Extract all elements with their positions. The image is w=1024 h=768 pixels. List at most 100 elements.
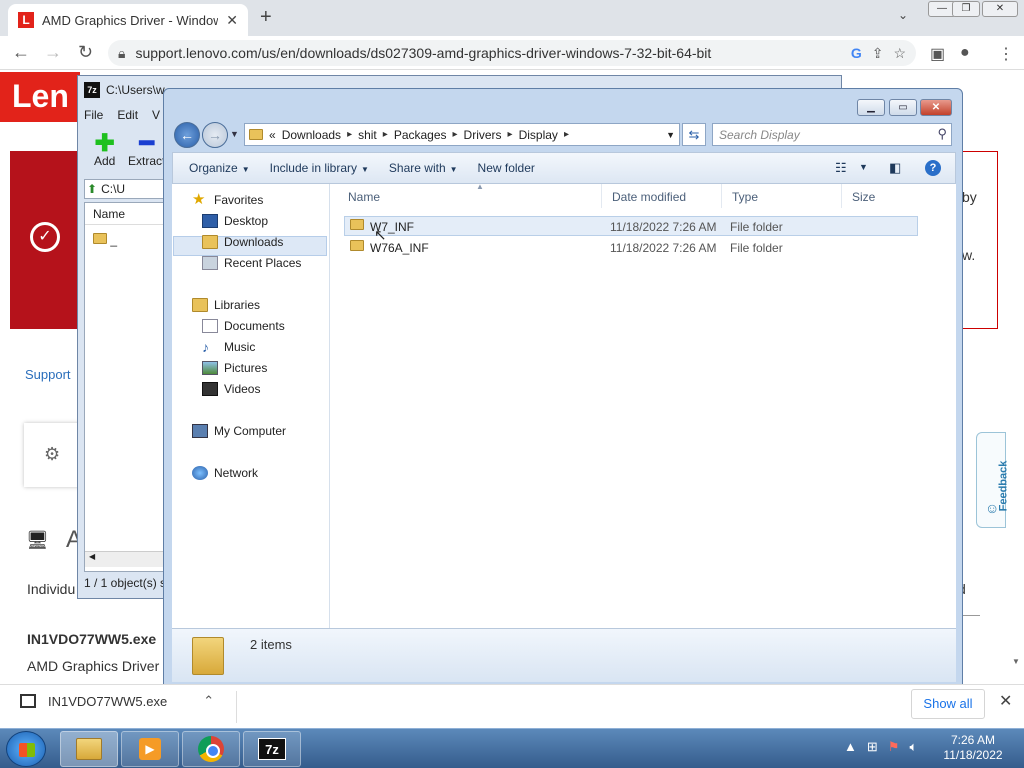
nav-music[interactable]: ♪ Music (202, 340, 255, 354)
breadcrumb-drivers[interactable]: Drivers (464, 128, 502, 142)
preview-pane-icon[interactable]: ◧ (889, 160, 901, 176)
show-all-button[interactable]: Show all (911, 689, 985, 719)
scroll-down-arrow-icon[interactable]: ▼ (1012, 657, 1020, 666)
reload-icon[interactable]: ↻ (78, 42, 93, 63)
breadcrumb-overflow[interactable]: « (269, 128, 276, 142)
nav-network[interactable]: Network (192, 466, 258, 480)
chevron-right-icon[interactable]: ▸ (347, 129, 352, 140)
address-dropdown-icon[interactable]: ▼ (666, 130, 675, 140)
column-header-date[interactable]: Date modified (602, 184, 722, 208)
nav-recent-places[interactable]: Recent Places (202, 256, 301, 270)
chevron-right-icon[interactable]: ▸ (564, 129, 569, 140)
chrome-menu-icon[interactable]: ⋮ (998, 44, 1014, 64)
column-header-name[interactable]: Name (85, 203, 175, 225)
nav-pictures[interactable]: Pictures (202, 361, 267, 375)
url-text[interactable]: support.lenovo.com/us/en/downloads/ds027… (135, 45, 840, 61)
sevenzip-title-bar[interactable]: 7z C:\Users\w (84, 82, 165, 98)
bookmark-star-icon[interactable]: ☆ (893, 45, 906, 62)
device-icon[interactable]: ⊞ (867, 739, 878, 755)
forward-button[interactable]: → (202, 122, 228, 148)
support-link[interactable]: Support (25, 367, 71, 382)
nav-favorites[interactable]: ★ Favorites (192, 192, 263, 207)
share-icon[interactable]: ⇪ (872, 45, 884, 62)
extract-button[interactable]: ━ Extract (128, 132, 165, 169)
column-header-size[interactable]: Size (842, 184, 922, 208)
add-button[interactable]: ✚ Add (94, 132, 115, 169)
maximize-button[interactable]: ▭ (889, 99, 917, 116)
tray-expand-icon[interactable]: ▲ (844, 739, 857, 755)
search-input[interactable]: Search Display ⚲ (712, 123, 952, 146)
chevron-up-icon[interactable]: ⌃ (203, 693, 214, 709)
tab-search-chevron-icon[interactable]: ⌄ (898, 8, 908, 22)
help-icon[interactable]: ? (925, 160, 941, 176)
nav-downloads[interactable]: Downloads (202, 235, 283, 249)
breadcrumb-downloads[interactable]: Downloads (282, 128, 341, 142)
nav-desktop[interactable]: Desktop (202, 214, 268, 228)
list-item[interactable]: _ (93, 233, 117, 247)
browser-tab[interactable]: L AMD Graphics Driver - Windows ✕ (8, 4, 248, 36)
smiley-icon[interactable]: ☺ (985, 500, 999, 516)
download-item[interactable]: IN1VDO77WW5.exe ⌃ (20, 693, 214, 709)
back-button[interactable]: ← (174, 122, 200, 148)
start-button[interactable] (6, 731, 46, 767)
column-header-type[interactable]: Type (722, 184, 842, 208)
lenovo-logo[interactable]: Len (0, 72, 80, 122)
download-filename[interactable]: IN1VDO77WW5.exe (48, 694, 167, 709)
restore-button[interactable]: ❐ (952, 1, 980, 17)
explorer-icon (76, 738, 102, 760)
chevron-right-icon[interactable]: ▸ (508, 129, 513, 140)
nav-my-computer[interactable]: My Computer (192, 424, 286, 438)
close-button[interactable]: ✕ (920, 99, 952, 116)
download-gear-icon: ⚙ (44, 444, 61, 464)
taskbar-explorer[interactable] (60, 731, 118, 767)
recent-pages-dropdown-icon[interactable]: ▼ (230, 129, 239, 139)
refresh-button[interactable]: ⇆ (682, 123, 706, 146)
column-header-name[interactable]: Name ▲ (338, 182, 602, 208)
organize-menu[interactable]: Organize ▼ (179, 161, 260, 175)
sevenzip-path-field[interactable]: ⬆ C:\U (84, 179, 174, 199)
music-note-icon: ♪ (202, 339, 209, 355)
clock[interactable]: 7:26 AM 11/18/2022 (936, 733, 1010, 763)
explorer-window[interactable]: ▁ ▭ ✕ ← → ▼ « Downloads ▸ shit ▸ Package… (163, 88, 963, 688)
taskbar-7zip[interactable]: 7z (243, 731, 301, 767)
nav-videos[interactable]: Videos (202, 382, 260, 396)
view-dropdown-icon[interactable]: ▼ (859, 162, 868, 172)
menu-edit[interactable]: Edit (117, 108, 138, 122)
close-shelf-icon[interactable]: ✕ (999, 691, 1012, 711)
search-icon[interactable]: ⚲ (937, 126, 947, 142)
nav-documents[interactable]: Documents (202, 319, 285, 333)
taskbar-chrome[interactable] (182, 731, 240, 767)
taskbar-media-player[interactable]: ▶ (121, 731, 179, 767)
breadcrumb-shit[interactable]: shit (358, 128, 377, 142)
action-center-flag-icon[interactable]: ⚑ (888, 739, 900, 755)
horizontal-scrollbar[interactable]: ◀ (85, 551, 175, 567)
chevron-right-icon[interactable]: ▸ (383, 129, 388, 140)
breadcrumb-display[interactable]: Display (519, 128, 558, 142)
side-panel-icon[interactable]: ▣ (930, 44, 945, 64)
close-browser-button[interactable]: ✕ (982, 1, 1018, 17)
file-list[interactable]: Name ▲ Date modified Type Size W7_INF 11… (330, 182, 956, 628)
forward-arrow-icon[interactable]: → (44, 42, 62, 63)
new-tab-button[interactable]: + (260, 6, 272, 29)
sevenzip-path[interactable]: C:\U (101, 182, 125, 196)
sevenzip-file-list[interactable]: Name _ ◀ (84, 202, 175, 572)
menu-view[interactable]: V (152, 108, 160, 122)
new-folder-button[interactable]: New folder (468, 161, 545, 175)
share-with-menu[interactable]: Share with ▼ (379, 161, 468, 175)
address-bar[interactable]: 🔒︎ support.lenovo.com/us/en/downloads/ds… (108, 40, 916, 66)
address-breadcrumb[interactable]: « Downloads ▸ shit ▸ Packages ▸ Drivers … (244, 123, 680, 146)
chevron-right-icon[interactable]: ▸ (453, 129, 458, 140)
volume-icon[interactable]: 🔈︎ (909, 739, 917, 755)
include-in-library-menu[interactable]: Include in library ▼ (260, 161, 379, 175)
view-options-icon[interactable]: ☷ (835, 160, 847, 176)
tab-close-icon[interactable]: ✕ (226, 12, 238, 29)
menu-file[interactable]: File (84, 108, 103, 122)
nav-libraries[interactable]: Libraries (192, 298, 260, 312)
lock-icon[interactable]: 🔒︎ (118, 45, 125, 62)
google-icon[interactable]: G (851, 45, 862, 61)
minimize-button[interactable]: ▁ (857, 99, 885, 116)
up-folder-icon[interactable]: ⬆ (87, 182, 97, 196)
profile-icon[interactable]: ● (960, 44, 970, 62)
breadcrumb-packages[interactable]: Packages (394, 128, 447, 142)
back-arrow-icon[interactable]: ← (12, 42, 30, 63)
